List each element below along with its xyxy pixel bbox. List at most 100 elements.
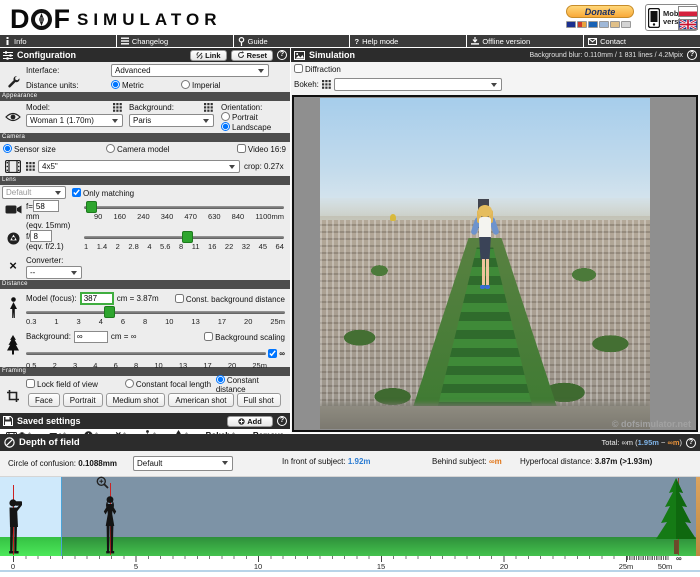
- framing-american-shot-button[interactable]: American shot: [168, 393, 233, 407]
- camcorder-icon: [5, 204, 22, 215]
- image-icon: [294, 51, 305, 60]
- phone-icon: [648, 8, 660, 28]
- simulation-help-icon[interactable]: ?: [687, 50, 697, 60]
- nav-item-help-mode[interactable]: ? Help mode: [350, 35, 466, 47]
- bokeh-gallery-grid-icon[interactable]: [322, 80, 331, 89]
- framing-portrait-button[interactable]: Portrait: [63, 393, 103, 407]
- add-setting-button[interactable]: Add: [227, 416, 273, 427]
- metric-radio[interactable]: [111, 80, 120, 89]
- diffraction-option[interactable]: Diffraction: [294, 64, 341, 74]
- download-icon: [471, 37, 479, 45]
- distance-ruler[interactable]: 0 5 10 15 20 25m 50m ∞: [0, 556, 700, 570]
- framing-face-button[interactable]: Face: [28, 393, 60, 407]
- coc-block: Circle of confusion: 0.1088mm: [8, 459, 117, 468]
- const-distance-radio[interactable]: [216, 375, 225, 384]
- orientation-portrait-option[interactable]: Portrait: [221, 112, 271, 122]
- background-distance-track[interactable]: [26, 352, 266, 355]
- background-select[interactable]: Paris: [129, 114, 214, 127]
- background-gallery-grid-icon[interactable]: [204, 103, 213, 112]
- landscape-radio[interactable]: [221, 122, 230, 131]
- donate-button[interactable]: Donate: [566, 5, 634, 18]
- aperture-slider-handle[interactable]: [182, 231, 193, 243]
- model-focus-eq: cm = 3.87m: [117, 294, 159, 303]
- nav-item-offline-version[interactable]: Offline version: [467, 35, 583, 47]
- configuration-help-icon[interactable]: ?: [277, 50, 287, 60]
- interface-select[interactable]: Advanced: [111, 64, 269, 77]
- only-matching-checkbox[interactable]: [72, 188, 81, 197]
- converter-label: Converter:: [26, 256, 82, 265]
- unit-imperial-option[interactable]: Imperial: [181, 80, 220, 90]
- simulation-viewport[interactable]: © dofsimulator.net: [292, 95, 698, 432]
- polish-flag-icon[interactable]: [678, 6, 698, 17]
- diffraction-checkbox[interactable]: [294, 64, 303, 73]
- model-leg: [482, 259, 485, 285]
- sensor-size-option[interactable]: Sensor size: [3, 144, 106, 154]
- lens-select[interactable]: Default: [2, 186, 66, 199]
- lock-fov-checkbox[interactable]: [26, 379, 35, 388]
- imperial-radio[interactable]: [181, 80, 190, 89]
- interface-label: Interface:: [26, 66, 111, 75]
- focal-input-group: f= mm (eqv. 15mm): [26, 200, 82, 230]
- background-infinity-option[interactable]: ∞: [268, 349, 285, 358]
- const-bg-distance-checkbox[interactable]: [175, 294, 184, 303]
- envelope-icon: [588, 38, 597, 45]
- saved-settings-header: Saved settings Add ?: [0, 413, 290, 429]
- sensor-size-radio[interactable]: [3, 144, 12, 153]
- sensor-gallery-grid-icon[interactable]: [26, 162, 35, 171]
- bokeh-select[interactable]: [334, 78, 502, 91]
- saved-settings-help-icon[interactable]: ?: [277, 416, 287, 426]
- unit-metric-option[interactable]: Metric: [111, 80, 181, 90]
- aperture-input[interactable]: [30, 230, 52, 242]
- bg-scaling-checkbox[interactable]: [204, 332, 213, 341]
- converter-select[interactable]: --: [26, 266, 82, 279]
- saved-settings-title: Saved settings: [17, 416, 81, 426]
- framing-full-shot-button[interactable]: Full shot: [237, 393, 281, 407]
- background-distance-slider: ∞ 0.5234681013172025m: [26, 344, 285, 370]
- lock-fov-option[interactable]: Lock field of view: [26, 379, 125, 389]
- orientation-landscape-option[interactable]: Landscape: [221, 122, 271, 132]
- background-select-group: Background: Paris: [129, 103, 217, 127]
- bg-scaling-option[interactable]: Background scaling: [204, 332, 285, 342]
- focal-slider-handle[interactable]: [86, 201, 97, 213]
- aperture-slider-track[interactable]: [84, 236, 284, 239]
- link-button[interactable]: Link: [190, 50, 226, 61]
- camera-model-option[interactable]: Camera model: [106, 144, 237, 154]
- photo-plaza: [320, 406, 650, 429]
- background-infinity-checkbox[interactable]: [268, 349, 277, 358]
- model-distance-slider: 0.3134681013172025m: [26, 306, 285, 326]
- video-169-option[interactable]: Video 16:9: [237, 144, 290, 154]
- nav-item-info[interactable]: Info: [0, 35, 116, 47]
- model-focus-input[interactable]: [80, 292, 114, 305]
- model-silhouette[interactable]: [99, 495, 121, 555]
- uk-flag-icon[interactable]: [678, 19, 698, 30]
- reset-button[interactable]: Reset: [231, 50, 273, 61]
- nav-item-guide[interactable]: Guide: [234, 35, 350, 47]
- model-select[interactable]: Woman 1 (1.70m): [26, 114, 123, 127]
- const-focal-radio[interactable]: [125, 379, 134, 388]
- video-169-checkbox[interactable]: [237, 144, 246, 153]
- model-gallery-grid-icon[interactable]: [113, 103, 122, 112]
- nav-item-contact[interactable]: Contact: [584, 35, 700, 47]
- model-distance-track[interactable]: [26, 311, 285, 314]
- camera-model-radio[interactable]: [106, 144, 115, 153]
- background-distance-input[interactable]: [74, 331, 108, 343]
- framing-medium-shot-button[interactable]: Medium shot: [106, 393, 166, 407]
- focal-slider-track[interactable]: [84, 206, 284, 209]
- dof-scene[interactable]: [0, 477, 700, 556]
- sensor-select[interactable]: 4x5": [38, 160, 240, 173]
- const-bg-distance-option[interactable]: Const. background distance: [175, 294, 285, 304]
- model-distance-handle[interactable]: [104, 306, 115, 318]
- coc-select[interactable]: Default: [133, 456, 233, 471]
- dof-help-icon[interactable]: ?: [686, 438, 696, 448]
- aperture-logo-icon: [30, 8, 53, 31]
- only-matching-option[interactable]: Only matching: [72, 188, 134, 198]
- focal-unit: mm: [26, 212, 82, 221]
- focal-length-input[interactable]: [33, 200, 59, 212]
- const-focal-option[interactable]: Constant focal length: [125, 379, 216, 389]
- aperture-ticks: 11.422.845.68111622324564: [84, 242, 284, 251]
- nav-item-changelog[interactable]: Changelog: [117, 35, 233, 47]
- const-distance-option[interactable]: Constant distance: [216, 375, 290, 394]
- plus-icon: [238, 418, 245, 425]
- portrait-radio[interactable]: [221, 112, 230, 121]
- zoom-magnifier-icon[interactable]: [96, 476, 109, 489]
